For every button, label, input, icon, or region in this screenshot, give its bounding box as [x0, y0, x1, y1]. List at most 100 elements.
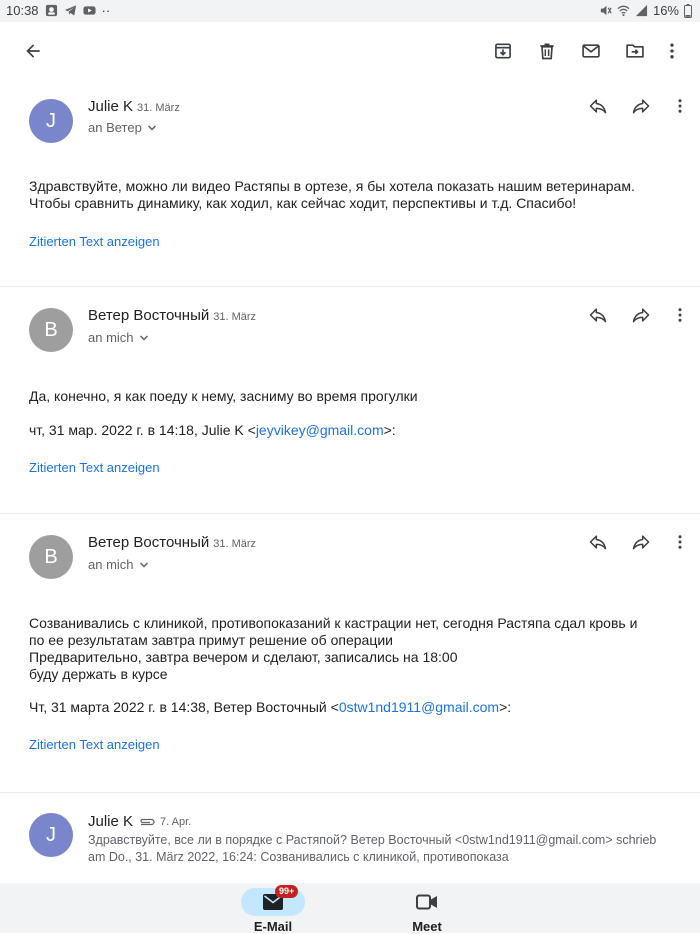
- message-date: 31. März: [213, 311, 257, 323]
- more-options-button[interactable]: [652, 31, 692, 71]
- nav-mail[interactable]: 99+ E-Mail: [228, 885, 318, 934]
- message-more-button[interactable]: [663, 89, 697, 123]
- signal-icon: [635, 4, 648, 17]
- preview-line: Здравствуйте, все ли в порядке с Растяпо…: [88, 833, 657, 847]
- wifi-icon: [617, 5, 630, 17]
- message-card: В Ветер Восточный 31. März an mich Созван…: [0, 514, 700, 793]
- battery-icon: [684, 3, 692, 18]
- avatar[interactable]: В: [29, 308, 73, 352]
- status-time: 10:38: [6, 3, 39, 18]
- status-left: 10:38 ··: [6, 3, 110, 18]
- message-card: В Ветер Восточный 31. März an mich Да, ко…: [0, 287, 700, 514]
- reply-icon: [589, 308, 607, 323]
- sender-line: Ветер Восточный 31. März: [88, 534, 256, 551]
- quoted-header-prefix: чт, 31 мар. 2022 г. в 14:18, Julie K <: [29, 422, 256, 438]
- notification-app-icon: [45, 4, 57, 17]
- status-bar: 10:38 ·· 16%: [0, 0, 700, 22]
- body-line: Здравствуйте, можно ли видео Растяпы в о…: [29, 178, 635, 194]
- avatar[interactable]: J: [29, 99, 73, 143]
- more-vert-icon: [678, 99, 682, 113]
- message-body: Да, конечно, я как поеду к нему, засниму…: [29, 388, 679, 405]
- forward-button[interactable]: [624, 298, 658, 332]
- quoted-email-link[interactable]: 0stw1nd1911@gmail.com: [339, 699, 499, 715]
- recipient-details-toggle[interactable]: an mich: [88, 330, 150, 345]
- delete-icon: [540, 43, 554, 60]
- more-vert-icon: [678, 308, 682, 322]
- message-card: J Julie K 31. März an Ветер Здравствуйте,…: [0, 80, 700, 287]
- message-more-button[interactable]: [663, 298, 697, 332]
- arrow-left-icon: [26, 44, 40, 58]
- youtube-icon: [83, 6, 96, 15]
- preview-line: am Do., 31. März 2022, 16:24: Созванивал…: [88, 850, 509, 864]
- message-preview: Здравствуйте, все ли в порядке с Растяпо…: [88, 832, 683, 866]
- sender-line: Julie K 31. März: [88, 98, 180, 115]
- more-vert-icon: [678, 535, 682, 549]
- message-date: 31. März: [137, 102, 180, 114]
- chevron-down-icon: [139, 561, 148, 568]
- mark-unread-icon: [582, 44, 600, 58]
- forward-button[interactable]: [624, 525, 658, 559]
- reply-button[interactable]: [581, 298, 615, 332]
- show-quoted-text-link[interactable]: Zitierten Text anzeigen: [29, 234, 160, 249]
- chevron-down-icon: [139, 334, 148, 341]
- unread-count-badge: 99+: [275, 885, 299, 898]
- sender-line: Julie K 7. Apr.: [88, 813, 191, 830]
- bottom-navigation: 99+ E-Mail Meet: [0, 883, 700, 934]
- avatar[interactable]: J: [29, 813, 73, 857]
- forward-button[interactable]: [624, 89, 658, 123]
- avatar-letter: J: [46, 109, 56, 132]
- message-more-button[interactable]: [663, 525, 697, 559]
- reply-button[interactable]: [581, 89, 615, 123]
- avatar-letter: J: [46, 823, 56, 846]
- status-right: 16%: [599, 3, 692, 18]
- avatar[interactable]: В: [29, 535, 73, 579]
- body-line: Да, конечно, я как поеду к нему, засниму…: [29, 388, 418, 404]
- archive-icon: [495, 43, 511, 59]
- move-to-button[interactable]: [615, 31, 655, 71]
- quoted-header: Чт, 31 марта 2022 г. в 14:38, Ветер Вост…: [29, 699, 679, 716]
- reply-icon: [589, 99, 607, 114]
- back-button[interactable]: [13, 31, 53, 71]
- quoted-header-prefix: Чт, 31 марта 2022 г. в 14:38, Ветер Вост…: [29, 699, 339, 715]
- recipient-label: an mich: [88, 557, 134, 572]
- quoted-header-suffix: >:: [383, 422, 396, 438]
- recipient-details-toggle[interactable]: an mich: [88, 557, 150, 572]
- archive-button[interactable]: [483, 31, 523, 71]
- mark-unread-button[interactable]: [571, 31, 611, 71]
- chevron-down-icon: [147, 124, 156, 131]
- nav-mail-label: E-Mail: [253, 919, 293, 934]
- delete-button[interactable]: [527, 31, 567, 71]
- avatar-letter: В: [44, 318, 58, 341]
- body-line: Чтобы сравнить динамику, как ходил, как …: [29, 195, 577, 211]
- video-camera-icon: [416, 894, 437, 910]
- body-line: буду держать в курсе: [29, 666, 168, 682]
- telegram-icon: [64, 5, 76, 16]
- sender-name: Julie K: [88, 813, 134, 830]
- forward-icon: [632, 308, 650, 323]
- quoted-header: чт, 31 мар. 2022 г. в 14:18, Julie K <je…: [29, 422, 679, 439]
- message-date: 7. Apr.: [160, 815, 192, 828]
- reply-button[interactable]: [581, 525, 615, 559]
- recipient-details-toggle[interactable]: an Ветер: [88, 120, 158, 135]
- sender-name: Ветер Восточный: [88, 534, 210, 551]
- message-body: Здравствуйте, можно ли видео Растяпы в о…: [29, 178, 679, 212]
- reply-icon: [589, 535, 607, 550]
- sender-name: Ветер Восточный: [88, 307, 210, 324]
- show-quoted-text-link[interactable]: Zitierten Text anzeigen: [29, 460, 160, 475]
- recipient-label: an Ветер: [88, 120, 142, 135]
- body-line: Созванивались с клиникой, противопоказан…: [29, 615, 638, 631]
- message-body: Созванивались с клиникой, противопоказан…: [29, 615, 679, 683]
- forward-icon: [632, 99, 650, 114]
- sender-line: Ветер Восточный 31. März: [88, 307, 256, 324]
- nav-meet-label: Meet: [412, 919, 442, 934]
- more-vert-icon: [670, 43, 674, 59]
- nav-meet-indicator: [395, 888, 459, 916]
- body-line: Предварительно, завтра вечером и сделают…: [29, 649, 458, 665]
- body-line: по ее результатам завтра примут решение …: [29, 632, 393, 648]
- show-quoted-text-link[interactable]: Zitierten Text anzeigen: [29, 737, 160, 752]
- move-to-icon: [626, 44, 644, 58]
- battery-percent: 16%: [652, 3, 679, 18]
- quoted-email-link[interactable]: jeyvikey@gmail.com: [256, 422, 384, 438]
- nav-meet[interactable]: Meet: [382, 885, 472, 934]
- collapsed-message-card[interactable]: J Julie K 7. Apr. Здравствуйте, все ли в…: [0, 793, 700, 883]
